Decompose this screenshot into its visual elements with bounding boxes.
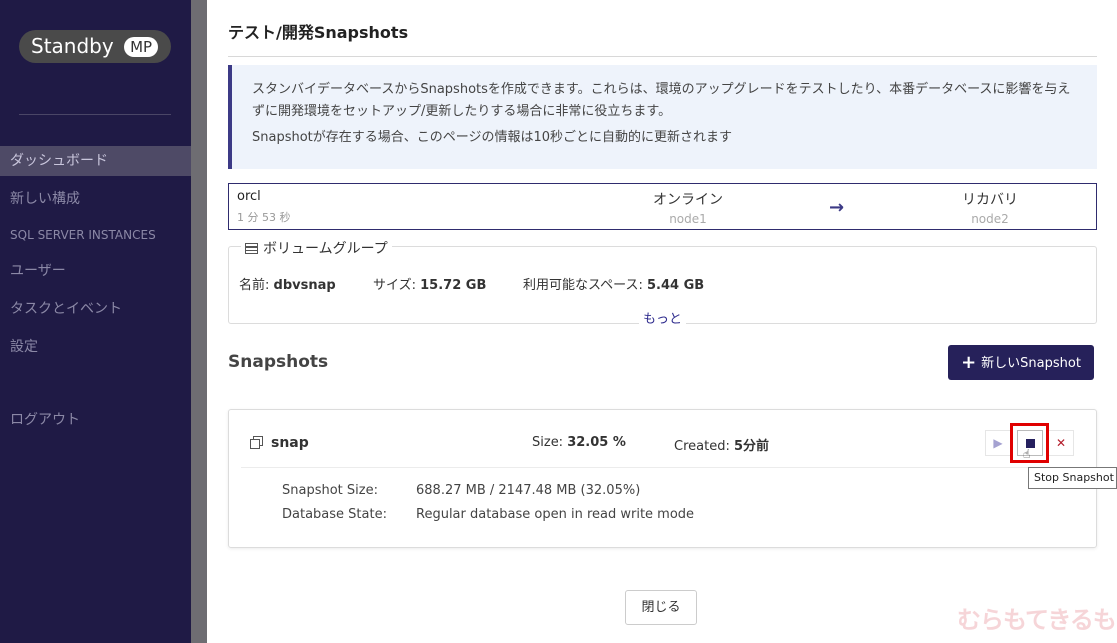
snapshots-modal: テスト/開発Snapshots スタンバイデータベースからSnapshotsを作… xyxy=(207,0,1117,643)
snapshot-card: snap Size: 32.05 % Created: 5分前 ▶ ✕ ☝ Sn… xyxy=(228,409,1097,548)
watermark-logo: むらもてきるもん xyxy=(957,606,1117,634)
stop-snapshot-tooltip: Stop Snapshot D xyxy=(1028,467,1117,489)
snapshot-created: Created: 5分前 xyxy=(674,435,769,454)
volume-group-panel: ボリュームグループ 名前: dbvsnap サイズ: 15.72 GB 利用可能… xyxy=(228,238,1097,327)
vg-free-value: 5.44 GB xyxy=(646,278,705,293)
primary-node-status: オンライン node1 xyxy=(608,189,768,226)
close-button[interactable]: 閉じる xyxy=(625,590,697,625)
snapshot-created-value: 5分前 xyxy=(733,439,770,454)
volume-group-title: ボリュームグループ xyxy=(263,241,388,257)
vg-name-value: dbvsnap xyxy=(273,278,336,293)
sidebar-item-sql-server-instances[interactable]: SQL SERVER INSTANCES xyxy=(0,220,191,250)
vg-size: サイズ: 15.72 GB xyxy=(373,274,486,293)
vg-size-label: サイズ: xyxy=(373,278,416,293)
sidebar-item-logout[interactable]: ログアウト xyxy=(0,405,191,435)
play-icon: ▶ xyxy=(993,436,1003,450)
sidebar-item-users[interactable]: ユーザー xyxy=(0,256,191,286)
modal-backdrop[interactable] xyxy=(191,0,207,643)
vg-name: 名前: dbvsnap xyxy=(239,274,336,293)
snapshot-name: snap xyxy=(271,435,309,451)
detail-snapshot-size-value: 688.27 MB / 2147.48 MB (32.05%) xyxy=(416,483,641,498)
title-divider xyxy=(228,56,1097,57)
new-snapshot-label: 新しいSnapshot xyxy=(981,356,1081,371)
replication-status: orcl 1 分 53 秒 オンライン node1 → リカバリ node2 xyxy=(228,183,1097,230)
info-text-2: Snapshotが存在する場合、このページの情報は10秒ごとに自動的に更新されま… xyxy=(252,130,733,145)
copy-icon xyxy=(250,436,264,450)
info-text-1: スタンバイデータベースからSnapshotsを作成できます。これらは、環境のアッ… xyxy=(252,82,1071,119)
hand-cursor-icon: ☝ xyxy=(1023,447,1031,461)
snapshots-heading: Snapshots xyxy=(228,352,329,372)
vg-name-label: 名前: xyxy=(239,278,270,293)
sidebar: Standby MP ダッシュボード 新しい構成 SQL SERVER INST… xyxy=(0,0,191,643)
snapshot-size-summary: Size: 32.05 % xyxy=(532,435,626,450)
start-snapshot-button[interactable]: ▶ xyxy=(985,430,1011,456)
arrow-right-icon: → xyxy=(829,197,845,218)
status-duration: 1 分 53 秒 xyxy=(237,211,291,224)
primary-state: オンライン xyxy=(653,192,723,208)
database-name: orcl xyxy=(237,189,261,204)
logo-text: Standby xyxy=(31,34,114,58)
standby-node-status: リカバリ node2 xyxy=(910,189,1070,226)
new-snapshot-button[interactable]: + 新しいSnapshot xyxy=(948,345,1094,380)
sidebar-item-tasks-events[interactable]: タスクとイベント xyxy=(0,294,191,324)
standby-mp-logo[interactable]: Standby MP xyxy=(19,30,171,63)
info-callout: スタンバイデータベースからSnapshotsを作成できます。これらは、環境のアッ… xyxy=(228,65,1097,169)
detail-database-state-key: Database State: xyxy=(282,507,387,522)
vg-size-value: 15.72 GB xyxy=(420,278,487,293)
plus-icon: + xyxy=(961,352,977,373)
standby-state: リカバリ xyxy=(962,192,1018,208)
sidebar-item-new-config[interactable]: 新しい構成 xyxy=(0,184,191,214)
close-icon: ✕ xyxy=(1055,436,1067,450)
vg-free-label: 利用可能なスペース: xyxy=(523,278,643,293)
snapshot-divider xyxy=(241,467,1086,468)
delete-snapshot-button[interactable]: ✕ xyxy=(1048,430,1074,456)
sidebar-divider xyxy=(19,114,171,115)
detail-database-state-value: Regular database open in read write mode xyxy=(416,507,695,522)
standby-node-name: node2 xyxy=(971,212,1009,226)
snapshot-created-label: Created: xyxy=(674,439,730,454)
more-link[interactable]: もっと xyxy=(639,308,687,327)
detail-snapshot-size-key: Snapshot Size: xyxy=(282,483,378,498)
snapshot-size-label: Size: xyxy=(532,435,564,450)
logo-badge: MP xyxy=(124,37,159,57)
volume-group-legend: ボリュームグループ xyxy=(241,238,392,258)
vg-free-space: 利用可能なスペース: 5.44 GB xyxy=(523,274,704,293)
list-icon xyxy=(245,243,258,254)
primary-node-name: node1 xyxy=(669,212,707,226)
modal-title: テスト/開発Snapshots xyxy=(228,23,409,42)
sidebar-item-settings[interactable]: 設定 xyxy=(0,332,191,362)
sidebar-item-dashboard[interactable]: ダッシュボード xyxy=(0,146,191,176)
snapshot-size-value: 32.05 % xyxy=(567,435,626,450)
